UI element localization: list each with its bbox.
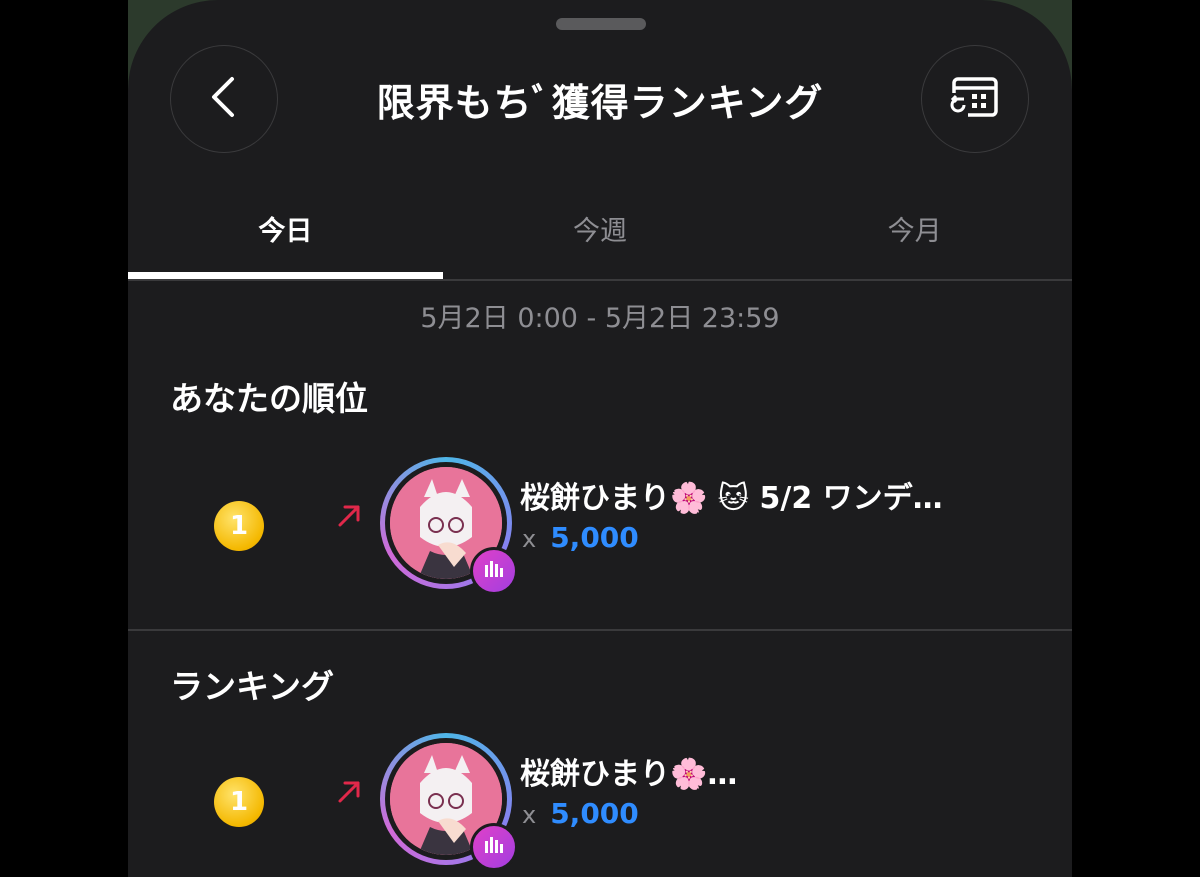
- period-tabs: 今日 今週 今月: [128, 200, 1072, 280]
- my-rank-row[interactable]: 1 桜餅ひまり🌸 🐱 5/2 ワンデ… x 5,000: [128, 457, 1072, 595]
- count-value: 5,000: [550, 521, 639, 554]
- rank-medal-gold: 1: [214, 501, 264, 551]
- user-name: 桜餅ひまり🌸 🐱 5/2 ワンデ…: [520, 481, 943, 516]
- live-badge: [470, 823, 518, 871]
- gift-count: x 5,000: [522, 521, 639, 554]
- rank-medal-gold: 1: [214, 777, 264, 827]
- count-value: 5,000: [550, 797, 639, 830]
- ranking-heading: ランキング: [170, 667, 335, 706]
- ranking-row[interactable]: 1 桜餅ひまり🌸… x 5,000: [128, 733, 1072, 871]
- tab-today[interactable]: 今日: [128, 200, 443, 280]
- equalizer-icon: [483, 835, 505, 859]
- gift-count: x 5,000: [522, 797, 639, 830]
- live-badge: [470, 547, 518, 595]
- my-rank-heading: あなたの順位: [170, 379, 368, 418]
- calendar-history-button[interactable]: [921, 45, 1029, 153]
- calendar-history-icon: [950, 75, 1000, 123]
- period-range: 5月2日 0:00 - 5月2日 23:59: [420, 303, 780, 334]
- trend-up-icon: [334, 501, 364, 531]
- user-name: 桜餅ひまり🌸…: [520, 757, 738, 792]
- count-prefix: x: [522, 801, 537, 829]
- sheet-drag-handle[interactable]: [556, 18, 646, 30]
- tab-divider: [128, 279, 1072, 281]
- count-prefix: x: [522, 525, 537, 553]
- bottom-sheet: 限界もちﾞ獲得ランキング 今日 今週 今月 5月2日 0:00 - 5月2日 2…: [128, 0, 1072, 877]
- tab-this-month[interactable]: 今月: [757, 200, 1072, 280]
- trend-up-icon: [334, 777, 364, 807]
- equalizer-icon: [483, 559, 505, 583]
- tab-this-week[interactable]: 今週: [443, 200, 758, 280]
- section-divider: [128, 629, 1072, 631]
